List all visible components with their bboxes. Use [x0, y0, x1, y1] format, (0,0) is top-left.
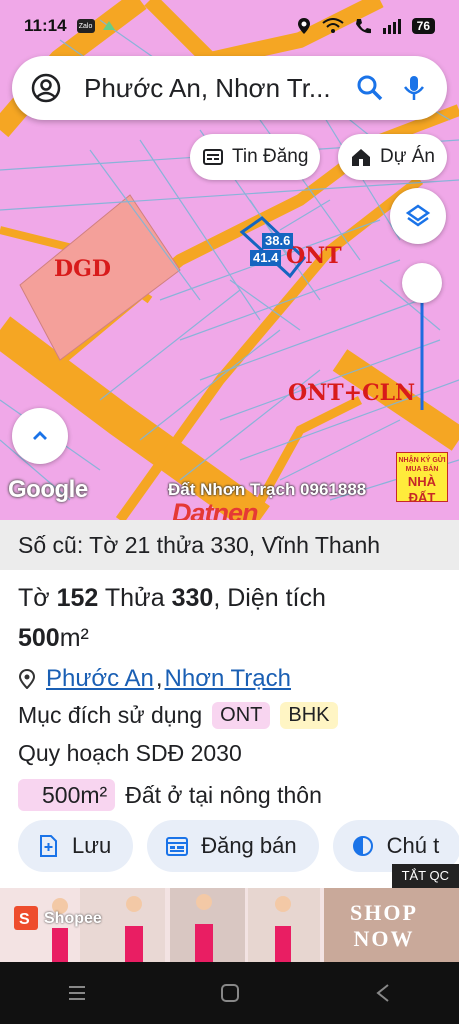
layers-button[interactable]: [390, 188, 446, 244]
battery-level: 76: [411, 18, 435, 34]
system-nav-bar: [0, 962, 459, 1024]
plan-area-row: 500m² Đất ở tại nông thôn: [0, 772, 459, 818]
ad-banner[interactable]: S Shopee SHOP NOW: [0, 888, 459, 962]
cta-line1: SHOP: [350, 900, 418, 925]
house-icon: [352, 149, 370, 166]
calendar-icon: [166, 837, 189, 856]
contrast-icon: [352, 836, 373, 856]
ward-link[interactable]: Phước An: [46, 665, 154, 693]
back-icon[interactable]: [371, 981, 395, 1005]
planning-label: Quy hoạch SDĐ 2030: [18, 739, 242, 766]
map-label-dgd: DGD: [54, 256, 111, 282]
du-an-label: Dự Án: [380, 146, 435, 167]
signal-icon: [382, 19, 401, 34]
map-label-ont: ONT: [286, 243, 342, 269]
badge-line1: NHẬN KÝ GỬI: [398, 457, 446, 464]
area-label: , Diện tích: [213, 584, 326, 612]
purpose-row: Mục đích sử dụng ONT BHK: [0, 696, 459, 734]
recent-apps-icon[interactable]: [65, 981, 89, 1005]
home-icon[interactable]: [218, 981, 242, 1005]
parcel-dimension-1: 38.6: [262, 233, 294, 249]
svg-text:S: S: [19, 911, 30, 928]
map-view[interactable]: 11:14 Zalo 76 Phước An, Nhơn Tr... Tin Đ…: [0, 0, 459, 520]
account-icon[interactable]: [30, 72, 62, 104]
area-unit: m²: [59, 624, 89, 652]
plan-desc: Đất ở tại nông thôn: [125, 781, 322, 808]
chevron-up-icon: [33, 431, 47, 440]
purpose-tag-ont[interactable]: ONT: [212, 701, 271, 729]
parcel-dimension-2: 41.4: [250, 250, 282, 266]
location-row: Phước An, Nhơn Trạch: [0, 658, 459, 696]
map-label-ont-cln: ONT+CLN: [288, 380, 416, 406]
search-bar[interactable]: Phước An, Nhơn Tr...: [12, 56, 447, 120]
wifi-icon: [322, 18, 344, 33]
tin-dang-chip[interactable]: Tin Đăng: [190, 134, 321, 180]
zoom-slider-handle[interactable]: [402, 263, 442, 303]
to-value: 152: [56, 584, 99, 612]
wifi-call-icon: [355, 19, 371, 34]
purpose-label: Mục đích sử dụng: [18, 701, 203, 728]
post-sale-button[interactable]: Đăng bán: [147, 820, 319, 872]
layers-icon: [405, 204, 431, 227]
planning-row: Quy hoạch SDĐ 2030: [0, 734, 459, 772]
datnen-logo: Datnen: [172, 498, 259, 520]
old-number-bar: Số cũ: Tờ 21 thửa 330, Vĩnh Thanh: [0, 520, 459, 570]
district-link[interactable]: Nhơn Trạch: [165, 665, 291, 693]
badge-line2: MUA BÁN: [405, 466, 439, 473]
badge-line3: NHÀ ĐẤT: [407, 474, 437, 505]
expand-button[interactable]: [12, 408, 68, 464]
purpose-tag-bhk[interactable]: BHK: [280, 701, 338, 729]
messenger-icon: [102, 21, 115, 30]
old-number-text: Số cũ: Tờ 21 thửa 330, Vĩnh Thanh: [18, 531, 381, 558]
location-icon: [297, 18, 310, 34]
search-input[interactable]: Phước An, Nhơn Tr...: [84, 73, 341, 104]
tin-dang-label: Tin Đăng: [232, 146, 309, 167]
parcel-sheet: Số cũ: Tờ 21 thửa 330, Vĩnh Thanh Tờ 152…: [0, 520, 459, 890]
cta-line2: NOW: [353, 926, 415, 951]
save-label: Lưu: [72, 833, 112, 858]
post-sale-label: Đăng bán: [201, 833, 297, 858]
close-ad-button[interactable]: TẮT QC: [391, 864, 459, 888]
google-logo: Google: [8, 476, 88, 503]
search-icon[interactable]: [355, 73, 385, 103]
status-time: 11:14: [24, 16, 67, 35]
save-button[interactable]: Lưu: [18, 820, 134, 872]
shopee-brand: Shopee: [44, 910, 102, 927]
status-bar: 11:14 Zalo 76: [0, 0, 459, 52]
plan-area-chip: 500m²: [18, 779, 116, 811]
parcel-info: Tờ 152 Thửa 330, Diện tích 500m²: [0, 570, 459, 658]
to-label: Tờ: [18, 584, 50, 612]
map-watermark: Đất Nhơn Trạch 0961888: [168, 480, 367, 499]
thua-value: 330: [171, 584, 214, 612]
pin-icon: [18, 669, 36, 689]
microphone-icon[interactable]: [399, 73, 429, 103]
news-icon: [203, 149, 223, 165]
shop-now-cta[interactable]: SHOP NOW: [350, 900, 418, 952]
note-label: Chú t: [386, 833, 440, 858]
thua-label: Thửa: [104, 584, 165, 612]
du-an-chip[interactable]: Dự Án: [338, 134, 447, 180]
area-value: 500: [18, 624, 60, 652]
zalo-icon: Zalo: [76, 19, 95, 33]
add-file-icon: [40, 835, 57, 857]
agency-badge[interactable]: NHẬN KÝ GỬI MUA BÁN NHÀ ĐẤT: [396, 452, 448, 505]
close-ad-label: TẮT QC: [401, 868, 449, 883]
